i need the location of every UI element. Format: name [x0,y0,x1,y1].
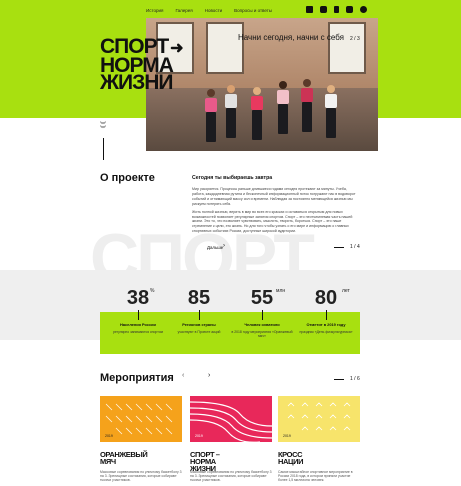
card-year: 2019 [283,434,291,438]
slider-line [334,379,344,380]
card-description: Массовые соревнования по уличному баскет… [190,470,272,483]
card-year: 2019 [105,434,113,438]
youtube-icon[interactable] [346,6,353,13]
card-description: Массовые соревнования по уличному баскет… [100,470,182,483]
about-slider-counter: 1 / 4 [350,244,360,250]
stat-item: 80 лет Отметит в 2019 году праздник «Ден… [299,287,353,334]
top-nav: История Галерея Новости Вопросы и ответы [146,8,272,13]
events-prev-button[interactable]: ‹ [182,372,184,379]
events-title: Мероприятия [100,372,174,384]
social-links [306,6,367,13]
slider-line [334,247,344,248]
stat-item: 85 Регионов страны участвуют в Проекте а… [177,287,221,334]
stat-item: 38 % Населения России регулярно занимают… [113,287,163,334]
about-title: О проекте [100,172,155,184]
twitter-icon[interactable] [360,6,367,13]
more-link[interactable]: Дальше [207,245,223,250]
event-card-orange-ball[interactable]: 2019 [100,396,182,442]
about-text: Мир ускоряется. Процессы раньше длившиес… [192,187,360,237]
scroll-down-icon[interactable]: ︾ ︾ [100,123,108,133]
card-year: 2019 [195,434,203,438]
divider-line [103,138,104,160]
orange-ball-logo: ОРАНЖЕВЫЙ МЯЧ [100,450,148,466]
nav-item-faq[interactable]: Вопросы и ответы [234,8,272,13]
vk-icon[interactable] [306,6,313,13]
instagram-icon[interactable] [320,6,327,13]
site-logo[interactable]: СПОРТ ➜ НОРМА ЖИЗНИ [100,36,190,93]
event-card-cross-nation[interactable]: 2019 [278,396,360,442]
slide-title: Начни сегодня, начни с себя [238,33,344,42]
about-subtitle: Сегодня ты выбираешь завтра [192,175,273,181]
nav-item-news[interactable]: Новости [205,8,222,13]
page: СПОРТ История Галерея Новости Вопросы и … [0,0,461,486]
sport-norm-logo: СПОРТ – НОРМА ЖИЗНИ [190,450,220,473]
about-paragraph: Мир ускоряется. Процессы раньше длившиес… [192,187,356,206]
odnoklassniki-icon[interactable] [334,6,339,13]
chevron-right-icon[interactable]: › [223,243,225,249]
events-next-button[interactable]: › [208,372,210,379]
nav-item-history[interactable]: История [146,8,163,13]
stat-item: 55 млн Человек охватили в 2018 году меро… [231,287,293,338]
slide-counter: 2 / 3 [350,36,360,42]
cross-nation-logo: КРОСС НАЦИИ [278,450,304,466]
events-counter: 1 / 6 [350,376,360,382]
nav-item-gallery[interactable]: Галерея [175,8,192,13]
event-card-sport-norm[interactable]: 2019 [190,396,272,442]
card-description: Самое масштабное спортивное мероприятие … [278,470,353,483]
about-paragraph: Жить полной жизнью, верить в мир во всех… [192,209,353,234]
